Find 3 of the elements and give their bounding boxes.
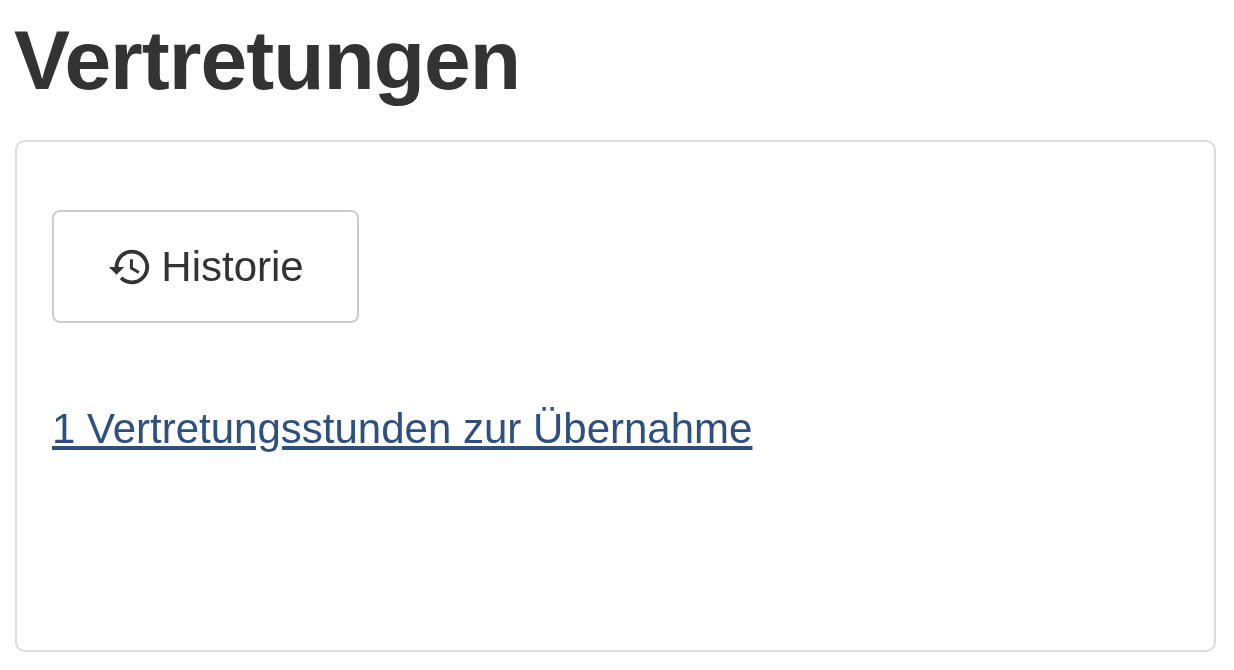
page-title: Vertretungen <box>14 12 522 109</box>
history-button[interactable]: Historie <box>52 210 359 323</box>
substitution-link[interactable]: 1 Vertretungsstunden zur Übernahme <box>52 405 753 453</box>
